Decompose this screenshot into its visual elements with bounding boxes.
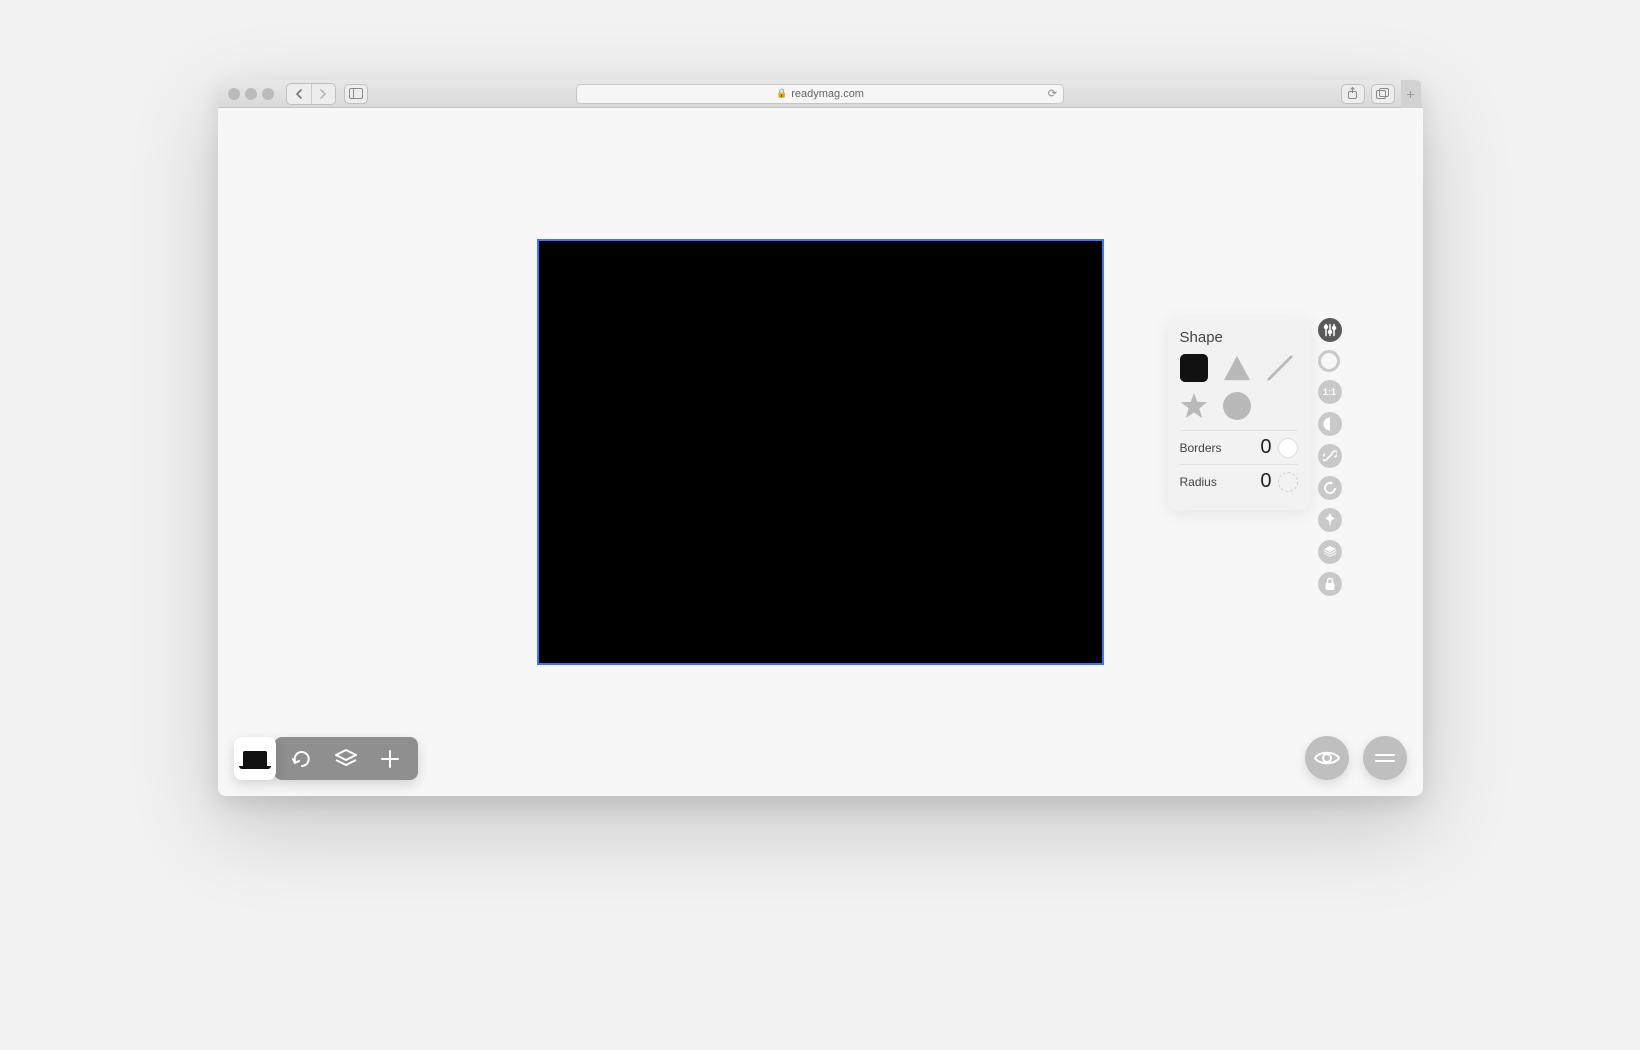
shape-rectangle-option[interactable]	[1180, 354, 1208, 382]
link-tool[interactable]	[1318, 444, 1342, 468]
border-color-swatch[interactable]	[1278, 438, 1298, 458]
share-button[interactable]	[1341, 84, 1365, 104]
shape-picker	[1180, 354, 1298, 420]
arrange-tool[interactable]	[1318, 540, 1342, 564]
settings-tool[interactable]	[1318, 318, 1342, 342]
aspect-ratio-tool[interactable]: 1:1	[1318, 380, 1342, 404]
bottom-right-toolbar	[1305, 736, 1407, 780]
opacity-tool[interactable]	[1318, 412, 1342, 436]
browser-chrome: 🔒 readymag.com ⟳ +	[218, 80, 1423, 108]
traffic-lights	[228, 88, 274, 100]
minimize-window-icon[interactable]	[245, 88, 257, 100]
lock-icon: 🔒	[776, 88, 787, 99]
shape-star-option[interactable]	[1180, 392, 1208, 420]
reload-icon[interactable]: ⟳	[1048, 87, 1057, 100]
undo-button[interactable]	[280, 737, 324, 780]
radius-preview-icon	[1278, 472, 1298, 492]
fill-tool[interactable]	[1318, 350, 1340, 372]
bottom-left-toolbar	[234, 737, 418, 780]
browser-window: 🔒 readymag.com ⟳ + Shape	[218, 80, 1423, 796]
shape-circle-option[interactable]	[1223, 392, 1251, 420]
forward-button[interactable]	[311, 84, 335, 104]
radius-label: Radius	[1180, 475, 1217, 489]
side-toolbar: 1:1	[1318, 318, 1342, 596]
borders-value[interactable]: 0	[1260, 436, 1271, 459]
shape-line-option[interactable]	[1266, 354, 1294, 382]
editor-viewport[interactable]: Shape Borders	[218, 108, 1423, 796]
new-tab-button[interactable]: +	[1401, 80, 1421, 108]
tabs-button[interactable]	[1371, 84, 1395, 104]
browser-right-controls: +	[1341, 80, 1423, 108]
add-widget-button[interactable]	[368, 737, 412, 780]
borders-row[interactable]: Borders 0	[1180, 430, 1298, 464]
laptop-icon	[243, 751, 267, 766]
nav-buttons	[286, 83, 336, 105]
zoom-window-icon[interactable]	[262, 88, 274, 100]
panel-title: Shape	[1180, 329, 1298, 346]
device-desktop-button[interactable]	[234, 737, 276, 780]
pin-tool[interactable]	[1318, 508, 1342, 532]
rotate-tool[interactable]	[1318, 476, 1342, 500]
borders-label: Borders	[1180, 441, 1222, 455]
sidebar-toggle-button[interactable]	[344, 84, 368, 104]
shape-properties-panel: Shape Borders	[1168, 317, 1310, 510]
url-text: readymag.com	[791, 88, 864, 100]
radius-value[interactable]: 0	[1260, 470, 1271, 493]
layers-button[interactable]	[324, 737, 368, 780]
url-bar[interactable]: 🔒 readymag.com ⟳	[576, 84, 1064, 104]
menu-button[interactable]	[1363, 736, 1407, 780]
back-button[interactable]	[287, 84, 311, 104]
page-tools	[274, 737, 418, 780]
selected-shape-rectangle[interactable]	[538, 240, 1103, 664]
preview-button[interactable]	[1305, 736, 1349, 780]
shape-triangle-option[interactable]	[1223, 354, 1251, 382]
radius-row[interactable]: Radius 0	[1180, 464, 1298, 498]
lock-tool[interactable]	[1318, 572, 1342, 596]
close-window-icon[interactable]	[228, 88, 240, 100]
